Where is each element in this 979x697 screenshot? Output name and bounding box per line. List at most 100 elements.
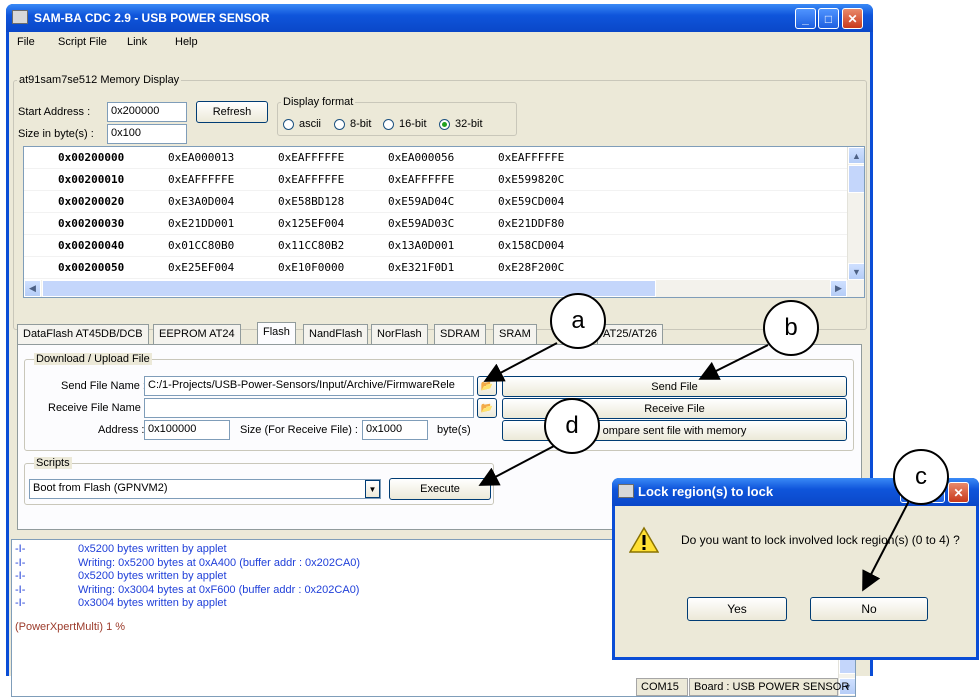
format-32bit-radio[interactable] — [439, 119, 450, 130]
log-prompt: (PowerXpertMulti) 1 % — [15, 621, 126, 633]
memory-value-cell: 0x11CC80B2 — [278, 239, 345, 252]
memory-value-cell: 0xE10F0000 — [278, 261, 345, 274]
close-button[interactable]: ✕ — [842, 8, 863, 29]
scroll-thumb[interactable] — [848, 165, 864, 193]
callout-a: a — [550, 293, 606, 349]
send-file-browse-folder-icon[interactable]: 📂 — [477, 376, 497, 396]
memory-value-cell: 0x13A0D001 — [388, 239, 455, 252]
tab-strip: DataFlash AT45DB/DCB EEPROM AT24 Flash N… — [17, 322, 862, 345]
log-tag: -I- — [15, 570, 26, 582]
callout-c: c — [893, 449, 949, 505]
format-8bit-radio[interactable] — [334, 119, 345, 130]
receive-size-input[interactable]: 0x1000 — [362, 420, 428, 440]
callout-d: d — [544, 398, 600, 454]
minimize-button[interactable]: _ — [795, 8, 816, 29]
log-message: 0x3004 bytes written by applet — [78, 597, 227, 609]
memory-value-cell: 0xE599820C — [498, 173, 565, 186]
dialog-yes-button[interactable]: Yes — [687, 597, 787, 621]
memory-address-cell: 0x00200030 — [58, 217, 125, 230]
scroll-left-icon[interactable]: ◀ — [24, 280, 41, 297]
log-message: Writing: 0x5200 bytes at 0xA400 (buffer … — [78, 556, 361, 569]
memory-value-cell: 0xE3A0D004 — [168, 195, 235, 208]
memory-table: 0x00200000 0xEA000013 0xEAFFFFFE 0xEA000056… — [23, 146, 865, 298]
menu-help[interactable]: Help — [175, 36, 198, 48]
table-row[interactable]: 0x00200050 0xE25EF004 0xE10F0000 0xE321F0D1… — [24, 257, 848, 279]
tab-sram[interactable]: SRAM — [493, 324, 537, 344]
table-row[interactable]: 0x00200000 0xEA000013 0xEAFFFFFE 0xEA000056… — [24, 147, 848, 169]
dialog-close-button[interactable]: ✕ — [948, 482, 969, 503]
table-row[interactable]: 0x00200010 0xEAFFFFFE 0xEAFFFFFE 0xEAFFFFFE… — [24, 169, 848, 191]
memory-display-label: at91sam7se512 Memory Display — [17, 74, 182, 86]
dialog-app-icon — [618, 484, 634, 498]
memory-value-cell: 0x125EF004 — [278, 217, 345, 230]
menu-link[interactable]: Link — [127, 36, 147, 48]
format-ascii-radio[interactable] — [283, 119, 294, 130]
format-16bit-radio[interactable] — [383, 119, 394, 130]
receive-file-input[interactable] — [144, 398, 474, 418]
send-file-input[interactable]: C:/1-Projects/USB-Power-Sensors/Input/Ar… — [144, 376, 474, 396]
memory-value-cell: 0xEAFFFFFE — [498, 151, 565, 164]
memory-address-cell: 0x00200050 — [58, 261, 125, 274]
window-title: SAM-BA CDC 2.9 - USB POWER SENSOR — [34, 11, 270, 25]
dialog-client: Do you want to lock involved lock region… — [615, 506, 976, 657]
memory-vertical-scrollbar[interactable]: ▲ ▼ — [847, 147, 864, 280]
lock-region-dialog: Lock region(s) to lock _ □ ✕ Do you want… — [612, 478, 979, 660]
log-tag: -I- — [15, 543, 26, 555]
execute-button[interactable]: Execute — [389, 478, 491, 500]
address-input[interactable]: 0x100000 — [144, 420, 230, 440]
tab-norflash[interactable]: NorFlash — [371, 324, 428, 344]
scroll-down-icon[interactable]: ▼ — [848, 263, 864, 280]
menu-script-file[interactable]: Script File — [58, 36, 107, 48]
warning-icon — [629, 526, 659, 553]
scroll-up-icon[interactable]: ▲ — [848, 147, 864, 164]
memory-address-cell: 0x00200020 — [58, 195, 125, 208]
hscroll-thumb[interactable] — [42, 280, 656, 297]
dialog-title: Lock region(s) to lock — [638, 484, 774, 499]
address-label: Address : — [98, 424, 145, 436]
tab-sdram[interactable]: SDRAM — [434, 324, 486, 344]
memory-value-cell: 0x01CC80B0 — [168, 239, 235, 252]
maximize-button[interactable]: □ — [818, 8, 839, 29]
memory-value-cell: 0xEA000013 — [168, 151, 235, 164]
memory-value-cell: 0xEAFFFFFE — [278, 151, 345, 164]
format-32bit-label: 32-bit — [455, 118, 483, 130]
refresh-button[interactable]: Refresh — [196, 101, 268, 123]
tab-at25[interactable]: AT25/AT26 — [597, 324, 664, 344]
receive-file-label: Receive File Name : — [48, 402, 148, 414]
size-input[interactable]: 0x100 — [107, 124, 187, 144]
format-ascii-label: ascii — [299, 118, 322, 130]
start-address-input[interactable]: 0x200000 — [107, 102, 187, 122]
memory-value-cell: 0xEAFFFFFE — [388, 173, 455, 186]
memory-value-cell: 0xEAFFFFFE — [278, 173, 345, 186]
scripts-label: Scripts — [34, 457, 72, 469]
tab-eeprom[interactable]: EEPROM AT24 — [153, 324, 241, 344]
table-row[interactable]: 0x00200020 0xE3A0D004 0xE58BD128 0xE59AD04C… — [24, 191, 848, 213]
send-file-button[interactable]: Send File — [502, 376, 847, 397]
tab-dataflash[interactable]: DataFlash AT45DB/DCB — [17, 324, 149, 344]
receive-file-browse-folder-icon[interactable]: 📂 — [477, 398, 497, 418]
table-row[interactable]: 0x00200040 0x01CC80B0 0x11CC80B2 0x13A0D001… — [24, 235, 848, 257]
memory-value-cell: 0xE58BD128 — [278, 195, 345, 208]
size-label: Size in byte(s) : — [18, 128, 94, 140]
menu-file[interactable]: File — [17, 36, 35, 48]
chevron-down-icon[interactable]: ▼ — [365, 480, 380, 498]
log-message: 0x5200 bytes written by applet — [78, 570, 227, 582]
dialog-no-button[interactable]: No — [810, 597, 928, 621]
memory-address-cell: 0x00200010 — [58, 173, 125, 186]
display-format-label: Display format — [281, 96, 356, 108]
memory-horizontal-scrollbar[interactable]: ◀ ▶ — [24, 280, 864, 297]
tab-flash[interactable]: Flash — [257, 322, 296, 345]
title-bar[interactable]: SAM-BA CDC 2.9 - USB POWER SENSOR _ □ ✕ — [6, 4, 873, 32]
memory-value-cell: 0x158CD004 — [498, 239, 565, 252]
log-tag: -I- — [15, 597, 26, 609]
memory-value-cell: 0xE59CD004 — [498, 195, 565, 208]
app-icon — [12, 10, 28, 24]
memory-value-cell: 0xE28F200C — [498, 261, 565, 274]
tab-nandflash[interactable]: NandFlash — [303, 324, 369, 344]
byte-unit-label: byte(s) — [437, 424, 471, 436]
script-select[interactable]: Boot from Flash (GPNVM2) — [29, 479, 381, 499]
table-row[interactable]: 0x00200030 0xE21DD001 0x125EF004 0xE59AD03C… — [24, 213, 848, 235]
scroll-right-icon[interactable]: ▶ — [830, 280, 847, 297]
receive-size-label: Size (For Receive File) : — [240, 424, 358, 436]
memory-value-cell: 0xEAFFFFFE — [168, 173, 235, 186]
